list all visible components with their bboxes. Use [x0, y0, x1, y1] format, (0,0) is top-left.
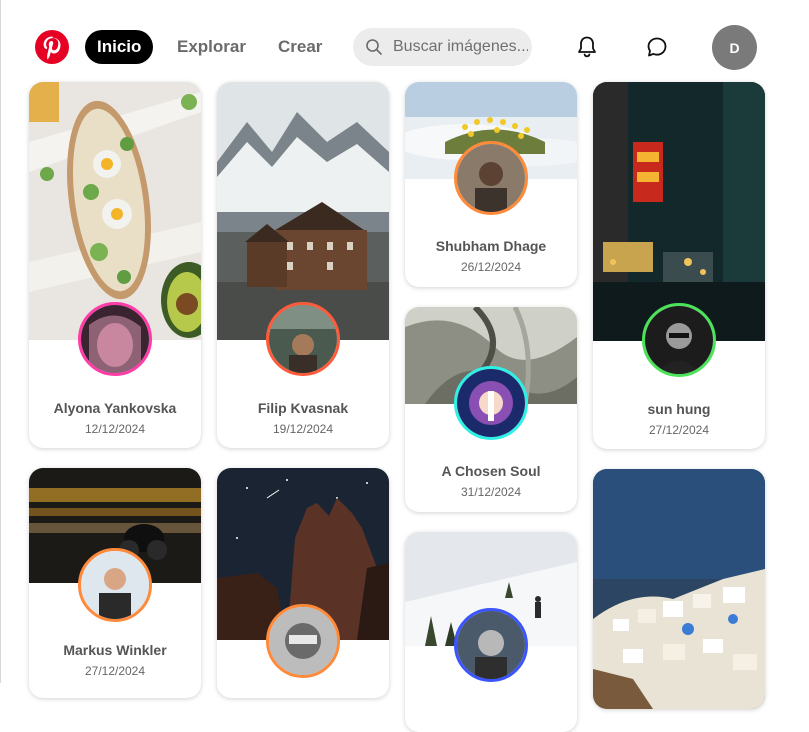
author-name: Filip Kvasnak [257, 400, 349, 416]
pinterest-logo-icon[interactable] [34, 29, 70, 65]
user-avatar[interactable]: D [712, 25, 757, 70]
pin-card[interactable] [593, 469, 765, 709]
author-name: A Chosen Soul [441, 463, 541, 479]
nav-explore-button[interactable]: Explorar [177, 30, 246, 64]
author-avatar [78, 302, 152, 376]
pin-card[interactable]: Markus Winkler 27/12/2024 [29, 468, 201, 698]
pin-date: 27/12/2024 [648, 423, 710, 437]
author-name: Shubham Dhage [435, 238, 547, 254]
author-avatar [454, 141, 528, 215]
author-avatar [78, 548, 152, 622]
pin-date: 12/12/2024 [84, 422, 146, 436]
author-avatar [454, 608, 528, 682]
top-bar: Inicio Explorar Crear D [0, 0, 809, 82]
author-avatar [266, 604, 340, 678]
nav-home-button[interactable]: Inicio [85, 30, 154, 64]
author-name: Alyona Yankovska [53, 400, 177, 416]
search-input[interactable] [393, 28, 528, 66]
pin-card[interactable]: sun hung 27/12/2024 [593, 82, 765, 449]
pin-date: 19/12/2024 [272, 422, 334, 436]
chat-bubble-icon [647, 37, 667, 57]
search-icon [366, 39, 382, 55]
pin-card[interactable]: Shubham Dhage 26/12/2024 [405, 82, 577, 287]
pin-card[interactable] [405, 532, 577, 732]
nav-create-button[interactable]: Crear [278, 30, 322, 64]
author-avatar [454, 366, 528, 440]
notifications-button[interactable] [570, 30, 604, 64]
pin-card[interactable]: A Chosen Soul 31/12/2024 [405, 307, 577, 512]
pin-date: 26/12/2024 [460, 260, 522, 274]
messages-button[interactable] [640, 30, 674, 64]
bell-icon [578, 36, 596, 58]
pin-date: 27/12/2024 [84, 664, 146, 678]
pin-card[interactable]: Filip Kvasnak 19/12/2024 [217, 82, 389, 448]
pin-card[interactable]: Alyona Yankovska 12/12/2024 [29, 82, 201, 448]
author-name: Markus Winkler [63, 642, 167, 658]
search-bar[interactable] [353, 28, 532, 66]
author-avatar [266, 302, 340, 376]
pin-card[interactable] [217, 468, 389, 698]
pin-image [593, 469, 765, 709]
author-avatar [642, 303, 716, 377]
window-edge [0, 0, 1, 683]
author-name: sun hung [647, 401, 711, 417]
pin-date: 31/12/2024 [460, 485, 522, 499]
